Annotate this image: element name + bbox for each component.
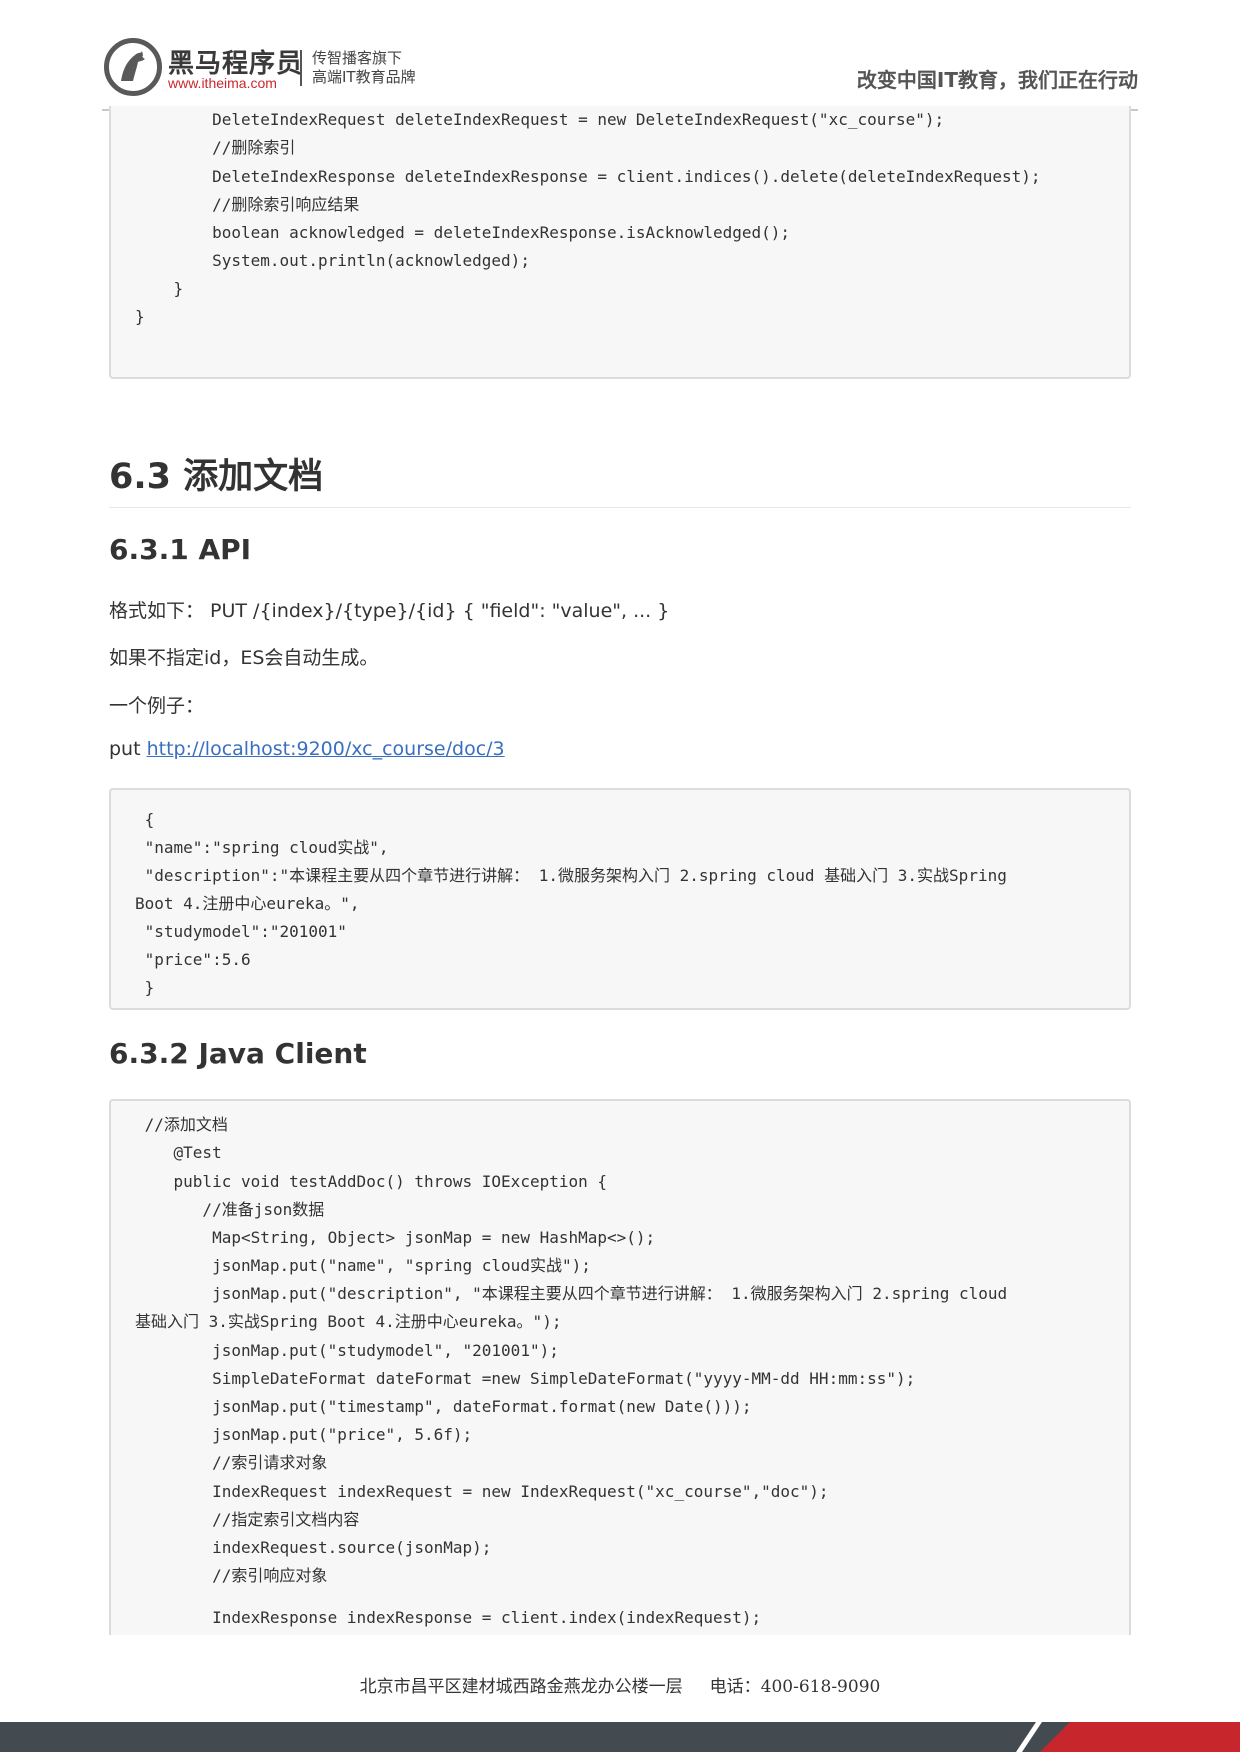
- tagline-line-1: 传智播客旗下: [312, 49, 403, 67]
- tagline-line-2: 高端IT教育品牌: [312, 68, 416, 86]
- footer-accent: [1040, 1722, 1240, 1752]
- code-line: indexRequest.source(jsonMap);: [135, 1538, 492, 1557]
- code-line: }: [135, 307, 145, 326]
- code-line: //准备json数据: [135, 1200, 325, 1219]
- code-block-java-add-doc: //添加文档 @Test public void testAddDoc() th…: [109, 1099, 1131, 1635]
- code-line: jsonMap.put("price", 5.6f);: [135, 1425, 473, 1444]
- put-example-line: put http://localhost:9200/xc_course/doc/…: [109, 738, 505, 760]
- code-line: //删除索引: [135, 138, 296, 157]
- code-line: boolean acknowledged = deleteIndexRespon…: [135, 223, 791, 242]
- code-line: }: [135, 978, 155, 997]
- put-prefix: put: [109, 738, 147, 760]
- code-line: @Test: [135, 1143, 222, 1162]
- header-slogan: 改变中国IT教育，我们正在行动: [856, 68, 1138, 92]
- page-header: 黑马程序员 www.itheima.com 传智播客旗下 高端IT教育品牌 改变…: [0, 0, 1240, 112]
- code-line: "description":"本课程主要从四个章节进行讲解： 1.微服务架构入门…: [135, 866, 1007, 885]
- footer-bar: [0, 1722, 1240, 1752]
- code-line: {: [135, 810, 155, 829]
- brand-tagline: 传智播客旗下 高端IT教育品牌: [312, 49, 416, 87]
- code-line: Boot 4.注册中心eureka。",: [135, 894, 360, 913]
- code-line: "studymodel":"201001": [135, 922, 347, 941]
- example-url-link[interactable]: http://localhost:9200/xc_course/doc/3: [147, 738, 505, 760]
- code-line: DeleteIndexRequest deleteIndexRequest = …: [135, 110, 945, 129]
- example-label: 一个例子：: [109, 695, 205, 717]
- format-paragraph: 格式如下： PUT /{index}/{type}/{id} { "field"…: [109, 600, 670, 622]
- code-line: "name":"spring cloud实战",: [135, 838, 389, 857]
- code-line: //添加文档: [135, 1115, 228, 1134]
- brand-separator: [300, 50, 302, 86]
- code-line: jsonMap.put("studymodel", "201001");: [135, 1341, 559, 1360]
- brand-url: www.itheima.com: [168, 75, 277, 91]
- horse-logo-icon: [104, 38, 162, 96]
- code-line: System.out.println(acknowledged);: [135, 251, 530, 270]
- code-line: Map<String, Object> jsonMap = new HashMa…: [135, 1228, 656, 1247]
- code-line: SimpleDateFormat dateFormat =new SimpleD…: [135, 1369, 916, 1388]
- code-line: //索引请求对象: [135, 1453, 328, 1472]
- code-line: //索引响应对象: [135, 1566, 328, 1585]
- section-heading-6-3-1: 6.3.1 API: [109, 533, 252, 566]
- id-note-paragraph: 如果不指定id，ES会自动生成。: [109, 647, 379, 669]
- code-block-delete-index: DeleteIndexRequest deleteIndexRequest = …: [109, 106, 1131, 379]
- section-divider: [109, 507, 1131, 508]
- code-line: }: [135, 279, 184, 298]
- code-line: //指定索引文档内容: [135, 1510, 360, 1529]
- code-line: public void testAddDoc() throws IOExcept…: [135, 1172, 608, 1191]
- footer-address: 北京市昌平区建材城西路金燕龙办公楼一层 电话：400-618-9090: [359, 1677, 881, 1697]
- code-line: "price":5.6: [135, 950, 251, 969]
- code-line: jsonMap.put("timestamp", dateFormat.form…: [135, 1397, 752, 1416]
- code-line: IndexResponse indexResponse = client.ind…: [135, 1608, 762, 1627]
- code-line: 基础入门 3.实战Spring Boot 4.注册中心eureka。");: [135, 1312, 562, 1331]
- code-line: DeleteIndexResponse deleteIndexResponse …: [135, 167, 1041, 186]
- code-line: IndexRequest indexRequest = new IndexReq…: [135, 1482, 829, 1501]
- section-heading-6-3-2: 6.3.2 Java Client: [109, 1037, 367, 1070]
- section-heading-6-3: 6.3 添加文档: [109, 457, 324, 497]
- code-line: jsonMap.put("description", "本课程主要从四个章节进行…: [135, 1284, 1008, 1303]
- code-line: //删除索引响应结果: [135, 195, 360, 214]
- code-block-json-example: { "name":"spring cloud实战", "description"…: [109, 788, 1131, 1010]
- code-line: jsonMap.put("name", "spring cloud实战");: [135, 1256, 591, 1275]
- footer-stripe: [1016, 1722, 1042, 1752]
